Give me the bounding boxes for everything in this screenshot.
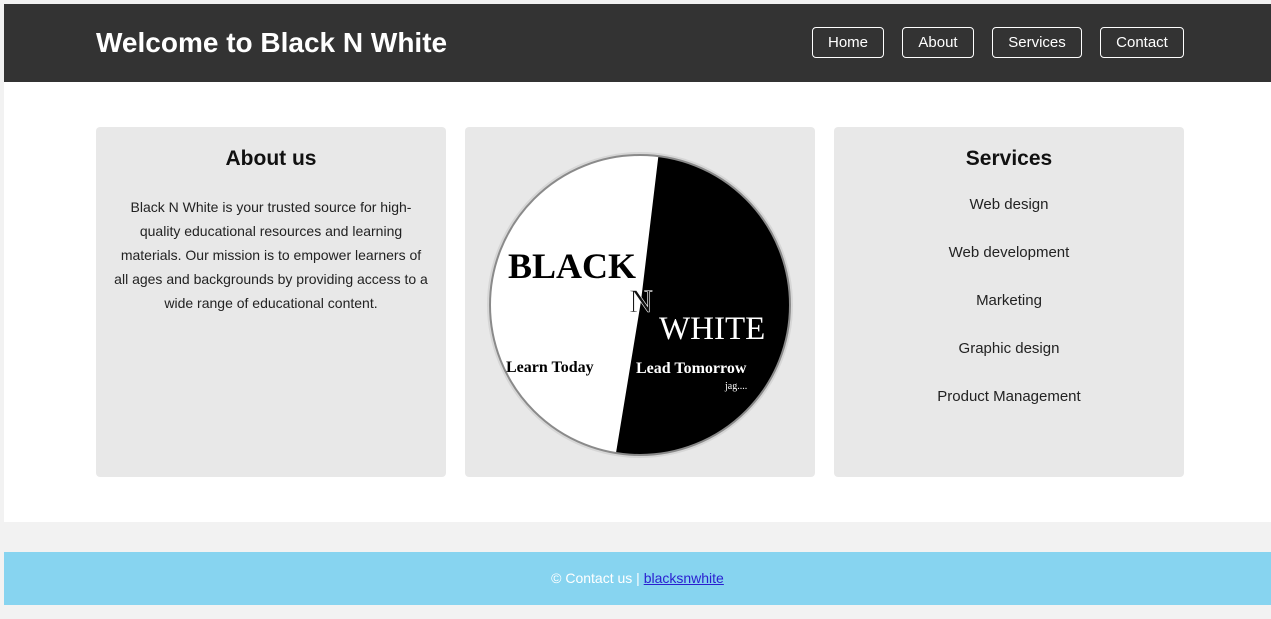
service-item-web-development: Web development [948,244,1070,261]
page-bottom-band [4,605,1271,619]
logo-word-black: BLACK [508,246,636,286]
services-list: Web design Web development Marketing Gra… [834,193,1184,433]
footer-link[interactable]: blacksnwhite [644,570,724,586]
footer-text: © Contact us | [551,570,644,586]
nav-about-button[interactable]: About [902,27,974,58]
logo-word-white: WHITE [659,311,765,347]
site-footer: © Contact us | blacksnwhite [4,552,1271,605]
brand-logo: BLACK N WHITE Learn Today Lead Tomorrow … [481,151,799,459]
service-item-marketing: Marketing [976,292,1042,309]
logo-tagline-right: Lead Tomorrow [636,360,747,377]
about-text: Black N White is your trusted source for… [114,199,428,311]
service-item-web-design: Web design [969,196,1049,213]
services-heading: Services [965,147,1053,170]
about-heading: About us [225,147,317,170]
logo-tagline-left: Learn Today [506,359,594,376]
logo-graphic: BLACK N WHITE Learn Today Lead Tomorrow … [487,152,793,458]
nav-home-button[interactable]: Home [812,27,884,58]
logo-signature: jag.... [724,381,747,392]
nav-services-button[interactable]: Services [992,27,1082,58]
logo-word-n: N [629,284,653,320]
site-header: Welcome to Black N White Home About Serv… [4,4,1271,82]
logo-card: BLACK N WHITE Learn Today Lead Tomorrow … [465,127,815,477]
services-card: Services Web design Web development Mark… [834,127,1184,477]
main-nav: Home About Services Contact [4,27,1271,61]
nav-contact-button[interactable]: Contact [1100,27,1184,58]
service-item-product-management: Product Management [937,388,1081,405]
service-item-graphic-design: Graphic design [958,340,1060,357]
footer-spacer [4,522,1271,552]
about-card: About us Black N White is your trusted s… [96,127,446,477]
page: Welcome to Black N White Home About Serv… [4,4,1271,619]
